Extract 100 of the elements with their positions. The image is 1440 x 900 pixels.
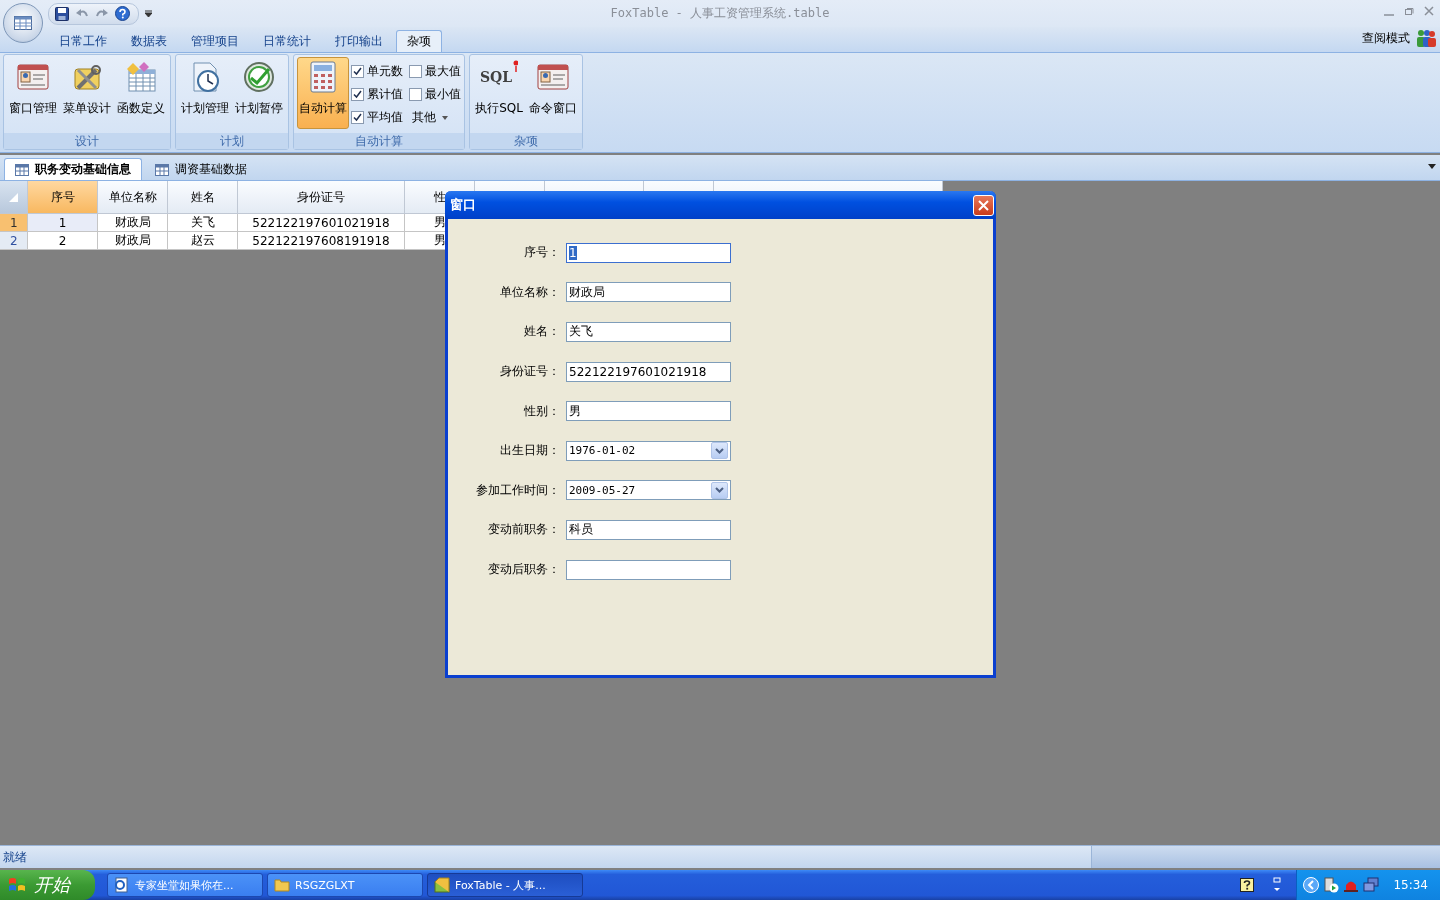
table-icon <box>155 163 169 176</box>
field-label: 姓名： <box>523 323 560 341</box>
sheet-tab[interactable]: 职务变动基础信息 <box>4 158 142 180</box>
other-menu-button[interactable]: 其他 <box>409 106 461 129</box>
chevron-left-icon[interactable] <box>1303 877 1320 893</box>
dropdown-caret-icon[interactable] <box>1428 164 1436 169</box>
checkbox-option[interactable]: 最小值 <box>409 83 461 106</box>
field-label: 参加工作时间： <box>475 481 560 499</box>
checkbox-option[interactable]: 平均值 <box>351 106 403 129</box>
restore-caret-icon[interactable] <box>1272 877 1283 893</box>
corner-triangle-icon <box>9 192 18 202</box>
ribbon-button[interactable]: SQL 执行SQL <box>473 57 525 129</box>
ribbon-tab[interactable]: 日常统计 <box>252 30 322 52</box>
column-header[interactable]: 序号 <box>28 181 98 214</box>
field-label: 序号： <box>523 244 560 262</box>
checkbox-option[interactable]: 单元数 <box>351 60 403 83</box>
ribbon-button[interactable]: 计划管理 <box>179 57 231 129</box>
alert-mark-icon <box>512 60 519 72</box>
field-label: 身份证号： <box>499 363 560 381</box>
checkbox-option[interactable]: 最大值 <box>409 60 461 83</box>
sheet-tab[interactable]: 调资基础数据 <box>144 158 258 180</box>
field-label: 单位名称： <box>499 283 560 301</box>
table-cell: 赵云 <box>168 232 238 250</box>
app-icon <box>434 877 450 893</box>
checkbox[interactable] <box>409 65 422 78</box>
checkbox-label: 单元数 <box>367 63 403 80</box>
field-label: 出生日期： <box>499 442 560 460</box>
app-menu-button[interactable] <box>3 3 43 43</box>
field-label: 变动后职务： <box>487 561 560 579</box>
help-icon[interactable] <box>115 6 130 21</box>
view-mode-label[interactable]: 查阅模式 <box>1362 29 1410 47</box>
ribbon-tab[interactable]: 数据表 <box>120 30 178 52</box>
taskbar-button[interactable]: FoxTable - 人事... <box>427 873 583 897</box>
chevron-down-icon <box>715 447 724 454</box>
sql-logo-text: SQL <box>479 69 513 85</box>
taskbar-button[interactable]: 专家坐堂如果你在... <box>107 873 263 897</box>
help-icon[interactable] <box>1240 878 1255 892</box>
table-cell: 522122197608191918 <box>238 232 405 250</box>
table-icon <box>125 61 157 93</box>
calculator-icon <box>307 61 339 93</box>
checkbox[interactable] <box>351 111 364 124</box>
network-icon[interactable] <box>1363 877 1380 893</box>
restore-icon <box>1404 6 1414 16</box>
column-header[interactable]: 身份证号 <box>238 181 405 214</box>
folder-icon <box>274 877 290 893</box>
minimize-icon <box>1384 14 1394 16</box>
input-field[interactable] <box>566 559 731 580</box>
group-title: 计划 <box>220 132 244 150</box>
checkbox-label: 最小值 <box>425 86 461 103</box>
restore-button[interactable] <box>1404 6 1414 16</box>
check-clock-icon <box>243 61 275 93</box>
windows-logo-icon <box>8 876 26 894</box>
ribbon-tab[interactable]: 日常工作 <box>48 30 118 52</box>
field-label: 性别： <box>523 402 560 420</box>
ribbon-tab[interactable]: 打印输出 <box>324 30 394 52</box>
checkbox[interactable] <box>351 65 364 78</box>
input-field[interactable]: 男 <box>566 401 731 422</box>
ribbon-button[interactable]: 命令窗口 <box>527 57 579 129</box>
dialog-title: 窗口 <box>450 196 476 214</box>
checkbox-label: 累计值 <box>367 86 403 103</box>
id-card-icon <box>537 61 569 93</box>
input-field[interactable]: 522122197601021918 <box>566 361 731 382</box>
window-title: FoxTable - 人事工资管理系统.table <box>610 6 830 20</box>
chevron-down-icon <box>715 487 724 494</box>
save-icon[interactable] <box>55 6 69 21</box>
row-header[interactable]: 2 <box>0 232 28 250</box>
checkbox[interactable] <box>351 88 364 101</box>
checkbox-label: 平均值 <box>367 109 403 126</box>
ribbon-button[interactable]: 菜单设计 <box>61 57 113 129</box>
customize-caret-icon[interactable] <box>145 10 152 17</box>
server-play-icon[interactable] <box>1323 877 1340 893</box>
column-header[interactable]: 单位名称 <box>98 181 168 214</box>
table-cell: 1 <box>28 214 98 232</box>
ribbon-tab[interactable]: 管理项目 <box>180 30 250 52</box>
input-field[interactable]: 科员 <box>566 519 731 540</box>
input-field[interactable]: 关飞 <box>566 322 731 342</box>
table-icon <box>14 16 32 30</box>
status-text: 就绪 <box>3 848 27 866</box>
checkbox-option[interactable]: 累计值 <box>351 83 403 106</box>
date-picker[interactable]: 2009-05-27 <box>566 480 731 501</box>
input-field[interactable]: 财政局 <box>566 282 731 303</box>
start-button[interactable]: 开始 <box>0 870 95 900</box>
table-cell: 522122197601021918 <box>238 214 405 232</box>
input-field[interactable]: 1 <box>566 242 731 263</box>
close-button[interactable] <box>1424 6 1434 16</box>
checkbox[interactable] <box>409 88 422 101</box>
close-icon <box>978 199 989 211</box>
column-header[interactable]: 姓名 <box>168 181 238 214</box>
ribbon-button[interactable]: 函数定义 <box>115 57 167 129</box>
ribbon-button[interactable]: 窗口管理 <box>7 57 59 129</box>
clock-text: 15:34 <box>1393 878 1428 892</box>
ribbon-button[interactable]: 自动计算 <box>297 57 349 129</box>
ribbon-tab[interactable]: 杂项 <box>396 30 442 52</box>
group-title: 杂项 <box>514 132 538 150</box>
date-picker[interactable]: 1976-01-02 <box>566 440 731 461</box>
ribbon-button[interactable]: 计划暂停 <box>233 57 285 129</box>
row-header[interactable]: 1 <box>0 214 28 232</box>
table-cell: 关飞 <box>168 214 238 232</box>
close-icon <box>1424 6 1434 16</box>
people-icon[interactable] <box>1416 29 1436 47</box>
